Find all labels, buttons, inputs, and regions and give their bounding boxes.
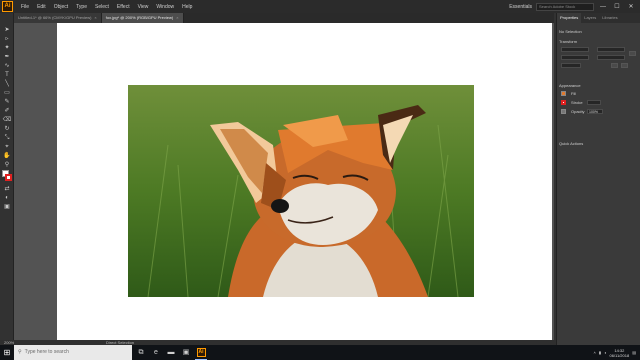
taskbar-search[interactable]: ⚲ Type here to search [14,345,132,360]
maximize-icon[interactable]: ☐ [612,3,622,10]
menu-help[interactable]: Help [178,4,196,10]
artboard[interactable] [57,23,552,343]
constrain-proportions-icon[interactable] [629,51,636,56]
quick-actions-header: Quick Actions [559,141,584,146]
tab-label: Untitled-1* @ 66% (CMYK/GPU Preview) [18,15,92,20]
clock-date: 06/11/2018 [609,352,630,358]
height-field[interactable] [597,55,625,60]
tab-fox[interactable]: fox.jpg* @ 200% (RGB/GPU Preview) × [101,13,184,23]
rectangle-tool-icon[interactable]: ▭ [2,89,12,97]
tab-libraries[interactable]: Libraries [599,13,620,23]
eyedropper-tool-icon[interactable]: ⌖ [2,143,12,151]
taskbar-search-placeholder: Type here to search [24,349,69,355]
illustrator-icon: Ai [196,347,206,357]
search-icon: ⚲ [18,349,22,355]
fill-label: Fill [571,91,577,96]
pen-tool-icon[interactable]: ✒ [2,53,12,61]
fox-illustration [128,85,474,297]
menu-bar: Ai File Edit Object Type Select Effect V… [0,0,640,13]
properties-panel: Properties Layers Libraries No Selection… [556,13,640,345]
tab-label: fox.jpg* @ 200% (RGB/GPU Preview) [105,15,174,20]
volume-icon[interactable]: ◖ [604,350,606,355]
draw-mode-icon[interactable]: ◐ [2,194,12,202]
x-field[interactable] [561,47,589,52]
menu-edit[interactable]: Edit [33,4,50,10]
rotate-tool-icon[interactable]: ↻ [2,125,12,133]
stroke-swatch[interactable] [5,174,12,181]
clock[interactable]: 14:32 06/11/2018 [609,348,629,358]
panel-tabs: Properties Layers Libraries [557,13,640,23]
flip-vertical-icon[interactable] [621,63,628,68]
folder-icon[interactable]: ▬ [165,345,177,360]
eraser-tool-icon[interactable]: ⌫ [2,116,12,124]
stock-search-input[interactable]: Search Adobe Stock [536,2,594,11]
magic-wand-tool-icon[interactable]: ✦ [2,44,12,52]
scale-tool-icon[interactable]: ⤡ [2,134,12,142]
workspace-controls: Essentials Search Adobe Stock — ☐ ✕ [509,2,640,11]
store-icon[interactable]: ▣ [180,345,192,360]
menu-window[interactable]: Window [152,4,178,10]
menu-object[interactable]: Object [50,4,72,10]
stroke-chip[interactable] [561,100,566,105]
swap-colors-icon[interactable]: ⇄ [2,185,12,193]
zoom-tool-icon[interactable]: ⚲ [2,161,12,169]
width-field[interactable] [597,47,625,52]
tab-close-icon[interactable]: × [94,13,96,23]
canvas-area[interactable] [14,23,554,345]
fill-chip[interactable] [561,91,566,96]
workspace-switcher[interactable]: Essentials [509,4,532,10]
tab-properties[interactable]: Properties [557,13,582,23]
menu-type[interactable]: Type [72,4,91,10]
notifications-icon[interactable]: ▤ [632,350,636,355]
curvature-tool-icon[interactable]: ∿ [2,62,12,70]
task-view-icon[interactable]: ⧉ [135,345,147,360]
tab-close-icon[interactable]: × [176,13,178,23]
fox-photo[interactable] [128,85,474,297]
menu-effect[interactable]: Effect [113,4,134,10]
edge-icon[interactable]: e [150,345,162,360]
tab-layers[interactable]: Layers [581,13,599,23]
flip-horizontal-icon[interactable] [611,63,618,68]
line-tool-icon[interactable]: ╲ [2,80,12,88]
menu-view[interactable]: View [134,4,153,10]
document-tabs: Untitled-1* @ 66% (CMYK/GPU Preview) × f… [14,13,554,23]
menu-select[interactable]: Select [91,4,113,10]
stroke-weight-field[interactable] [587,100,601,105]
shaper-tool-icon[interactable]: ✐ [2,107,12,115]
minimize-icon[interactable]: — [598,4,608,10]
paintbrush-tool-icon[interactable]: ✎ [2,98,12,106]
network-icon[interactable]: ▮ [599,350,601,355]
transform-header: Transform [559,39,578,44]
illustrator-logo-icon: Ai [2,1,13,12]
system-tray: ˄ ▮ ◖ 14:32 06/11/2018 ▤ [594,348,640,358]
opacity-field[interactable]: 100% [587,109,603,114]
selection-tool-icon[interactable]: ➤ [2,26,12,34]
stroke-label[interactable]: Stroke [571,100,583,105]
tab-untitled-1[interactable]: Untitled-1* @ 66% (CMYK/GPU Preview) × [14,13,102,23]
y-field[interactable] [561,55,589,60]
windows-icon[interactable]: ⊞ [0,345,14,360]
rotate-field[interactable] [561,63,581,68]
screen-mode-icon[interactable]: ▣ [2,203,12,211]
tools-panel: ➤ ▹ ✦ ✒ ∿ T ╲ ▭ ✎ ✐ ⌫ ↻ ⤡ ⌖ ✋ ⚲ ⇄ ◐ ▣ [0,13,14,345]
close-icon[interactable]: ✕ [626,3,636,10]
opacity-label[interactable]: Opacity [571,109,585,114]
direct-selection-tool-icon[interactable]: ▹ [2,35,12,43]
taskbar: ⊞ ⚲ Type here to search ⧉ e ▬ ▣ Ai ˄ ▮ ◖… [0,345,640,360]
illustrator-taskbar-button[interactable]: Ai [195,345,207,360]
opacity-chip [561,109,566,114]
selection-status: No Selection [559,29,582,34]
appearance-header: Appearance [559,83,581,88]
hand-tool-icon[interactable]: ✋ [2,152,12,160]
menu-file[interactable]: File [17,4,33,10]
chevron-up-icon[interactable]: ˄ [594,350,596,355]
type-tool-icon[interactable]: T [2,71,12,79]
